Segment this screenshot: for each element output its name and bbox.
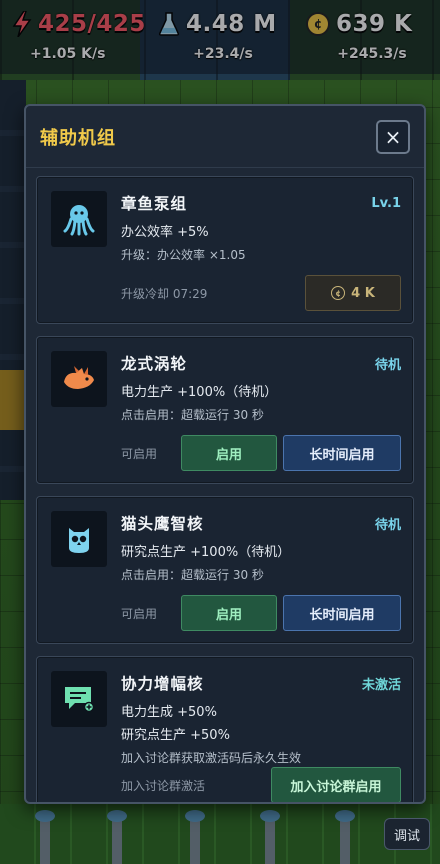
unit-card-dragon-turbine: 龙式涡轮 待机 电力生产 +100%（待机） 点击启用：超载运行 30 秒 可启… — [36, 336, 414, 484]
unit-list: 章鱼泵组 Lv.1 办公效率 +5% 升级：办公效率 ×1.05 升级冷却 07… — [36, 176, 414, 802]
unit-activate-hint: 加入讨论群获取激活码后永久生效 — [121, 751, 302, 765]
octopus-icon — [51, 191, 107, 247]
modal-header: 辅助机组 × — [26, 106, 424, 168]
unit-effect: 电力生产 +100%（待机） — [121, 385, 278, 400]
join-group-button[interactable]: 加入讨论群启用 — [271, 767, 401, 802]
unit-card-octopus-pump: 章鱼泵组 Lv.1 办公效率 +5% 升级：办公效率 ×1.05 升级冷却 07… — [36, 176, 414, 324]
auxiliary-units-modal: 辅助机组 × 章鱼泵组 Lv.1 办公效率 +5% 升级：办公效率 ×1.05 — [24, 104, 426, 804]
activate-button[interactable]: 启用 — [181, 435, 277, 471]
unit-effect: 办公效率 +5% — [121, 225, 209, 240]
unit-availability: 加入讨论群激活 — [121, 778, 206, 793]
upgrade-cost: 4 K — [351, 285, 375, 301]
debug-button[interactable]: 调试 — [384, 818, 430, 850]
unit-name: 章鱼泵组 — [121, 195, 188, 213]
dragon-icon — [51, 351, 107, 407]
chat-booster-icon — [51, 671, 107, 727]
unit-activate-hint: 点击启用：超载运行 30 秒 — [121, 408, 264, 422]
upgrade-button[interactable]: ¢ 4 K — [305, 275, 401, 311]
unit-upgrade-info: 升级：办公效率 ×1.05 — [121, 248, 246, 262]
unit-name: 协力增幅核 — [121, 675, 204, 693]
unit-availability: 可启用 — [121, 606, 158, 621]
upgrade-cooldown: 升级冷却 07:29 — [121, 286, 208, 301]
long-activate-button[interactable]: 长时间启用 — [283, 595, 401, 631]
unit-effect-power: 电力生成 +50% — [121, 705, 217, 720]
unit-name: 猫头鹰智核 — [121, 515, 204, 533]
modal-title: 辅助机组 — [40, 127, 116, 149]
unit-effect: 研究点生产 +100%（待机） — [121, 545, 291, 560]
unit-level: Lv.1 — [371, 195, 401, 211]
unit-availability: 可启用 — [121, 446, 158, 461]
unit-status: 待机 — [374, 517, 401, 533]
activate-button[interactable]: 启用 — [181, 595, 277, 631]
unit-status: 未激活 — [361, 677, 401, 693]
unit-card-cooperation-booster: 协力增幅核 未激活 电力生成 +50% 研究点生产 +50% 加入讨论群获取激活… — [36, 656, 414, 802]
unit-card-owl-core: 猫头鹰智核 待机 研究点生产 +100%（待机） 点击启用：超载运行 30 秒 … — [36, 496, 414, 644]
unit-activate-hint: 点击启用：超载运行 30 秒 — [121, 568, 264, 582]
close-button[interactable]: × — [376, 119, 410, 154]
coin-icon: ¢ — [331, 286, 346, 300]
owl-icon — [51, 511, 107, 567]
long-activate-button[interactable]: 长时间启用 — [283, 435, 401, 471]
unit-name: 龙式涡轮 — [121, 355, 188, 373]
unit-status: 待机 — [374, 357, 401, 373]
unit-effect-research: 研究点生产 +50% — [121, 728, 230, 743]
